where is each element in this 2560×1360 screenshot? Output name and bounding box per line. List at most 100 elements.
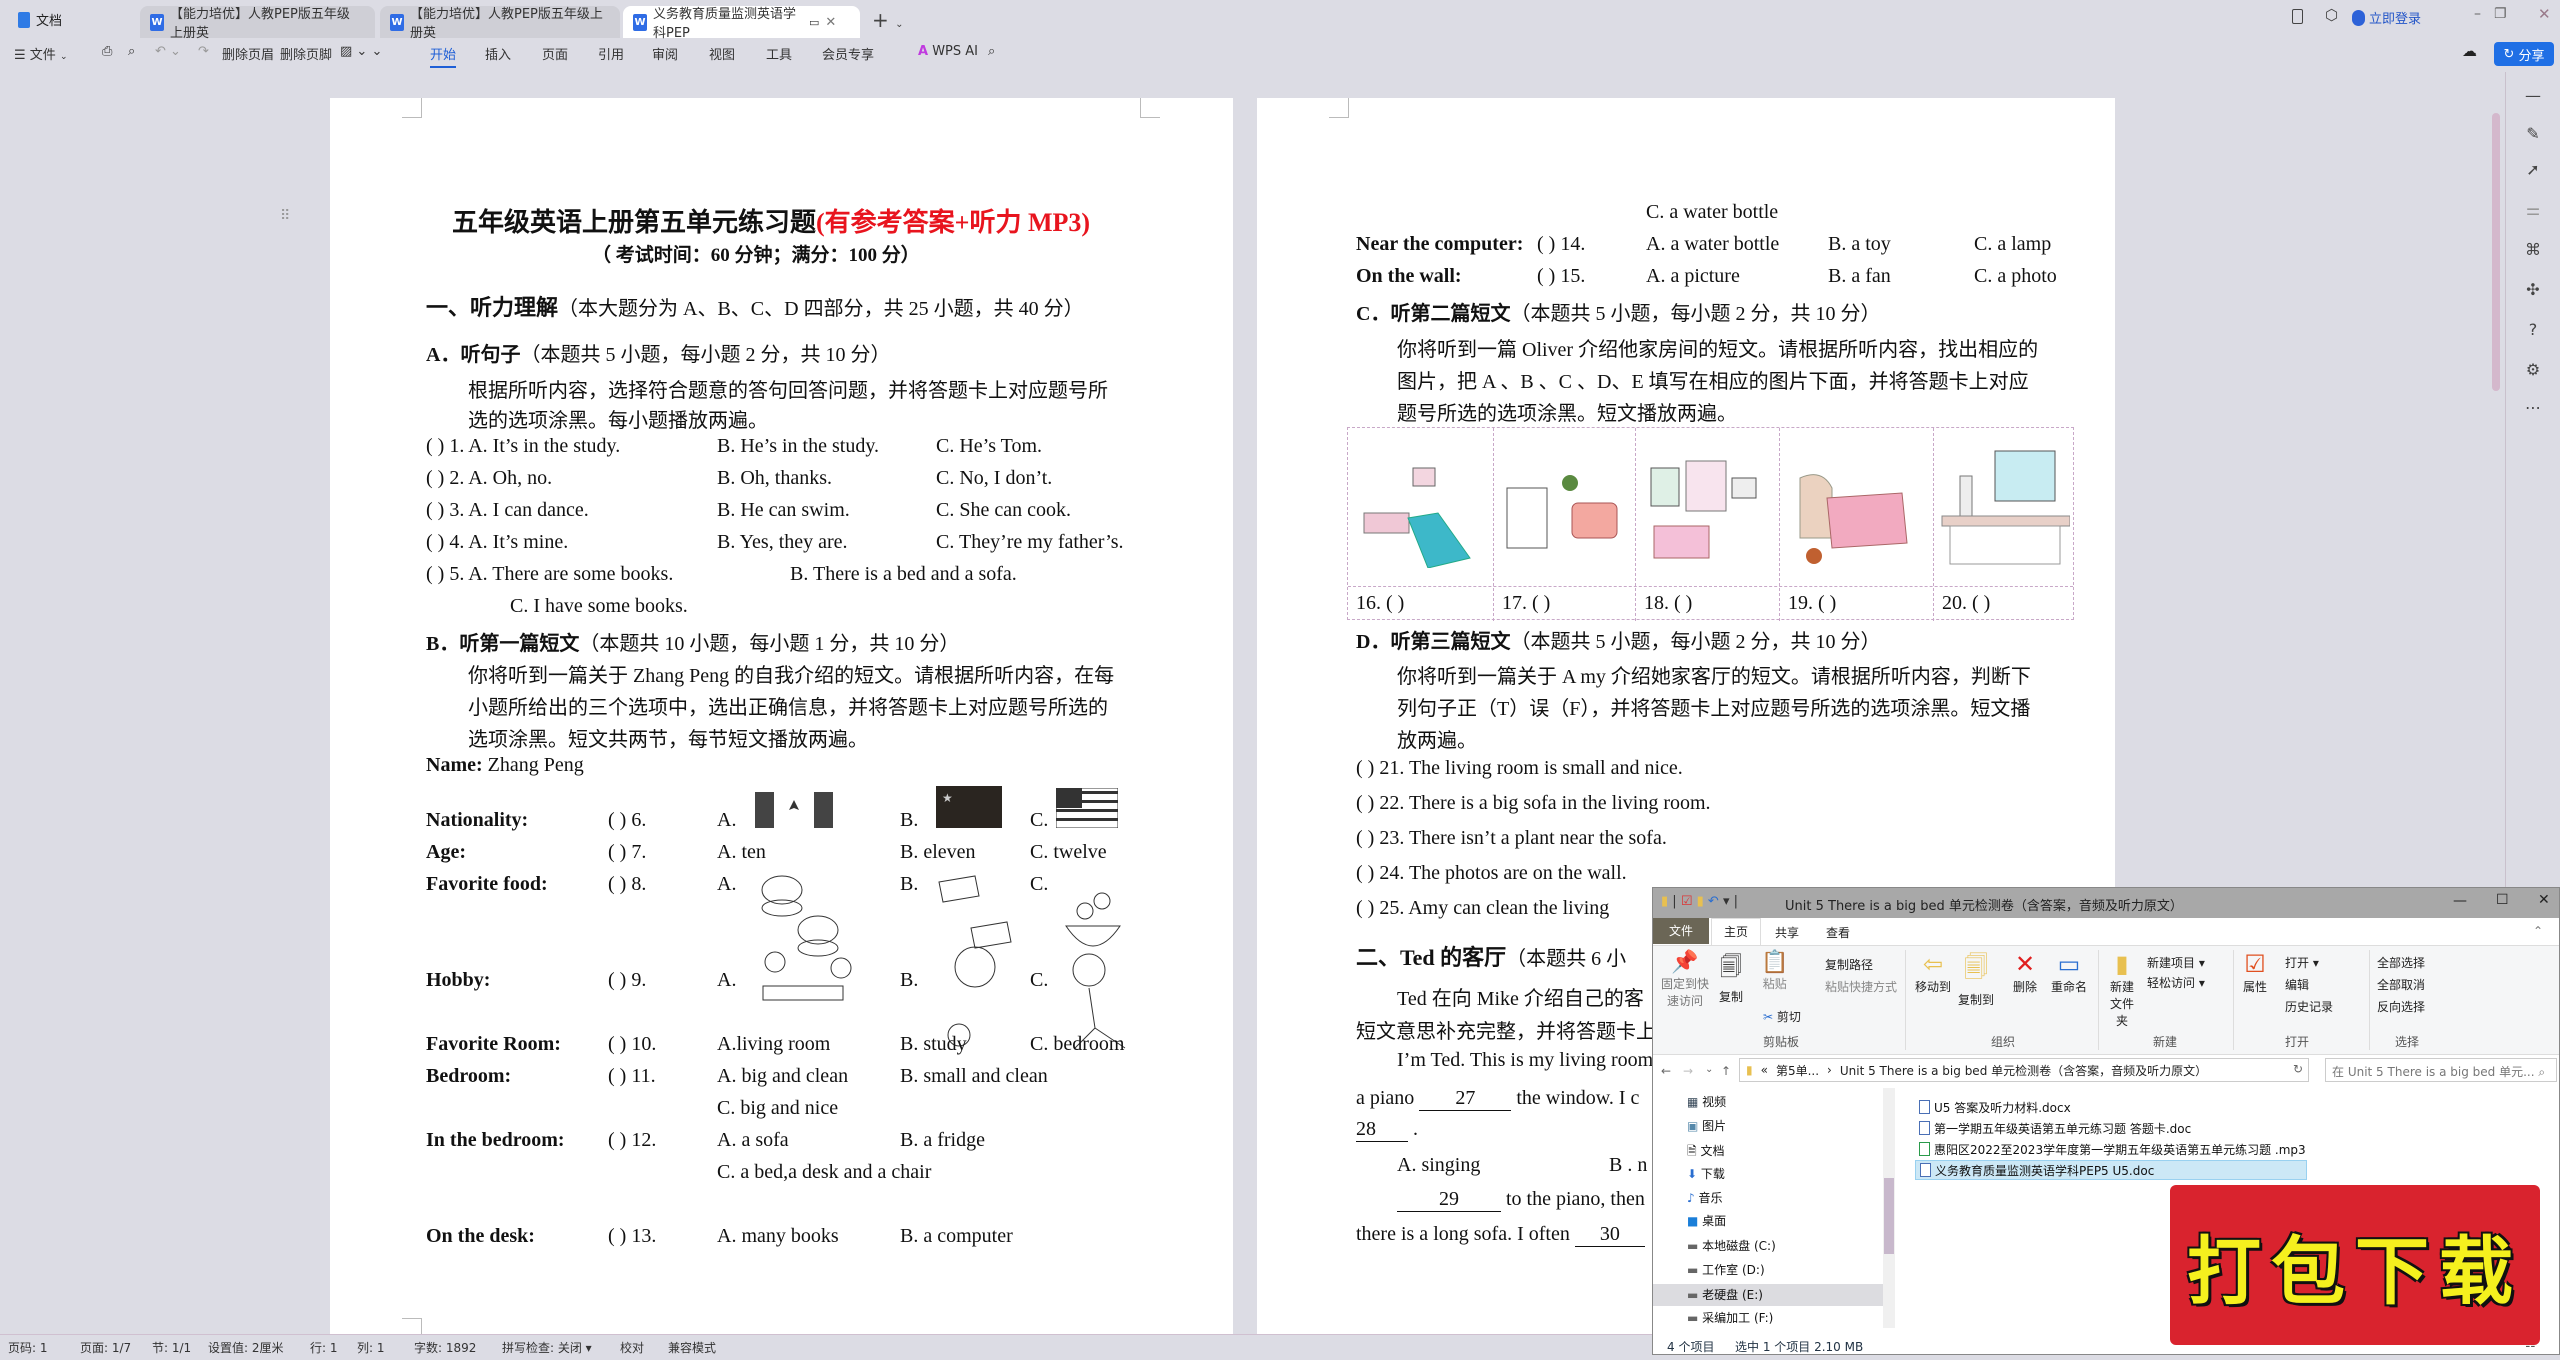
style-icon[interactable]: ⌘ [2522,240,2544,262]
copy-to-button[interactable]: 🗐 复制到 [1958,950,1994,1008]
tab-references[interactable]: 引用 [598,44,624,63]
move-to-button[interactable]: ⇦ 移动到 [1915,950,1951,995]
nav-item-desktop[interactable]: ■ 桌面 [1687,1212,1726,1229]
tab-review[interactable]: 审阅 [652,44,678,63]
status-page-number[interactable]: 页码: 1 [8,1339,48,1356]
file-item[interactable]: 第一学期五年级英语第五单元练习题 答题卡.doc [1915,1118,2195,1138]
file-item[interactable]: U5 答案及听力材料.docx [1915,1097,2075,1117]
drag-handle-icon[interactable]: ⠿ [280,208,290,225]
delete-button[interactable]: ✕ 删除 [2013,950,2037,995]
up-button[interactable]: ↑ [1721,1064,1731,1078]
explorer-minimize-button[interactable]: — [2453,893,2467,909]
cube-icon[interactable]: ⬡ [2325,6,2338,24]
pen-icon[interactable]: ✎ [2522,124,2544,146]
close-window-button[interactable]: ✕ [2538,5,2551,23]
history-button[interactable]: 历史记录 [2285,998,2333,1015]
redo-icon[interactable]: ↷ [198,44,209,59]
status-page-count[interactable]: 页面: 1/7 [80,1339,131,1356]
new-folder-button[interactable]: ▮ 新建文件夹 [2105,950,2139,1029]
document-tab-1[interactable]: W 【能力培优】人教PEP版五年级上册英 [140,6,375,41]
breadcrumb-parent[interactable]: 第5单... [1776,1062,1819,1079]
status-setting[interactable]: 设置值: 2厘米 [208,1339,284,1356]
save-icon[interactable]: ⎙ [102,44,112,59]
ribbon-tab-home[interactable]: 主页 [1711,918,1761,946]
address-bar[interactable]: ▮ « 第5单... › Unit 5 There is a big bed 单元检… [1739,1058,2309,1082]
pin-quick-access-button[interactable]: 📌 固定到快速访问 [1657,950,1713,1009]
border-icon[interactable]: ▨ ⌄ ⌄ [340,44,382,59]
status-section[interactable]: 节: 1/1 [152,1339,191,1356]
search-box[interactable]: 在 Unit 5 There is a big bed 单元... ⌕ [2325,1058,2557,1082]
back-button[interactable]: ← [1661,1064,1671,1078]
status-column[interactable]: 列: 1 [357,1339,385,1356]
recent-locations-button[interactable]: ⌄ [1705,1064,1713,1075]
tools-icon[interactable]: ✣ [2522,280,2544,302]
wps-ai-button[interactable]: A WPS AI [918,44,978,59]
select-cursor-icon[interactable]: ➚ [2522,160,2544,182]
main-menu-button[interactable]: ☰ 文件 ⌄ [14,44,68,63]
paste-shortcut-button[interactable]: 粘贴快捷方式 [1825,978,1897,995]
tab-member[interactable]: 会员专享 [822,44,874,63]
file-item[interactable]: 惠阳区2022至2023学年度第一学期五年级英语第五单元练习题 .mp3 [1915,1139,2310,1159]
more-icon[interactable]: ⋯ [2522,398,2544,420]
proofread-button[interactable]: 校对 [620,1339,644,1356]
screen-icon[interactable]: ▭ [809,16,819,29]
document-tab-2[interactable]: W 【能力培优】人教PEP版五年级上册英 [380,6,620,41]
adjust-icon[interactable]: ⚌ [2522,200,2544,222]
quick-access-toolbar[interactable]: ▮ | ☑ ▮ ↶ ▾ | [1661,894,1738,909]
ribbon-tab-share[interactable]: 共享 [1775,924,1799,941]
paste-button[interactable]: 📋 粘贴 [1761,950,1788,992]
theme-icon[interactable]: ⚙ [2522,360,2544,382]
home-tab[interactable]: 文档 [18,10,62,29]
nav-item-documents[interactable]: 🗎 文档 [1687,1142,1725,1163]
forward-button[interactable]: → [1683,1064,1693,1078]
explorer-maximize-button[interactable]: ☐ [2496,892,2509,908]
new-tab-button[interactable]: + ⌄ [872,8,904,32]
ribbon-collapse-icon[interactable]: ⌃ [2533,924,2543,938]
rename-button[interactable]: ▭ 重命名 [2051,950,2087,995]
refresh-button[interactable]: ↻ [2293,1062,2303,1076]
nav-item-downloads[interactable]: ⬇ 下载 [1687,1165,1725,1182]
ribbon-tab-file[interactable]: 文件 [1653,918,1709,944]
nav-item-music[interactable]: ♪ 音乐 [1687,1189,1723,1206]
undo-icon[interactable]: ↶ ⌄ [155,44,181,59]
download-package-stamp[interactable]: 打包下载 [2170,1185,2540,1345]
login-button[interactable]: 立即登录 [2352,8,2421,27]
tab-view[interactable]: 视图 [709,44,735,63]
tab-page[interactable]: 页面 [542,44,568,63]
select-all-button[interactable]: 全部选择 [2377,954,2425,971]
properties-button[interactable]: ☑ 属性 [2243,950,2267,995]
delete-footer-button[interactable]: 删除页脚 [280,44,332,63]
nav-scrollbar[interactable] [1883,1088,1895,1328]
copy-path-button[interactable]: 复制路径 [1825,956,1873,973]
collapse-icon[interactable]: — [2522,86,2544,108]
document-page-1[interactable]: ⠿ 五年级英语上册第五单元练习题(有参考答案+听力 MP3) （ 考试时间：60… [280,98,1233,1338]
cut-button[interactable]: ✂ 剪切 [1763,1008,1801,1025]
document-tab-active[interactable]: W 义务教育质量监测英语学科PEP ▭ ✕ [623,6,860,41]
restore-button[interactable]: ❐ [2494,6,2507,22]
invert-selection-button[interactable]: 反向选择 [2377,998,2425,1015]
easy-access-button[interactable]: 轻松访问 ▾ [2147,974,2205,991]
tab-home[interactable]: 开始 [430,44,457,68]
explorer-close-button[interactable]: ✕ [2538,892,2550,908]
status-row[interactable]: 行: 1 [310,1339,338,1356]
ribbon-tab-view[interactable]: 查看 [1826,924,1850,941]
nav-item-pictures[interactable]: ▣ 图片 [1687,1117,1726,1134]
delete-header-button[interactable]: 删除页眉 [222,44,274,63]
nav-item-drive-c[interactable]: ▬ 本地磁盘 (C:) [1687,1237,1776,1254]
nav-item-drive-e[interactable]: ▬ 老硬盘 (E:) [1687,1286,1763,1303]
share-button[interactable]: ↻ 分享 [2494,42,2554,66]
select-none-button[interactable]: 全部取消 [2377,976,2425,993]
cloud-upload-icon[interactable]: ☁ [2462,42,2477,60]
spellcheck-toggle[interactable]: 拼写检查: 关闭 ▾ [502,1339,592,1356]
status-word-count[interactable]: 字数: 1892 [414,1339,476,1356]
nav-item-drive-d[interactable]: ▬ 工作室 (D:) [1687,1261,1765,1278]
file-item-selected[interactable]: 义务教育质量监测英语学科PEP5 U5.doc [1915,1160,2307,1180]
breadcrumb-current[interactable]: Unit 5 There is a big bed 单元检测卷（含答案，音频及听… [1840,1062,2207,1079]
copy-button[interactable]: 🗐 复制 [1719,950,1743,1005]
nav-item-videos[interactable]: ▦ 视频 [1687,1093,1726,1110]
vertical-scrollbar[interactable] [2492,113,2500,391]
nav-item-drive-f[interactable]: ▬ 采编加工 (F:) [1687,1309,1773,1326]
close-tab-icon[interactable]: ✕ [825,15,836,30]
edit-button[interactable]: 编辑 [2285,976,2309,993]
open-button[interactable]: 打开 ▾ [2285,954,2319,971]
